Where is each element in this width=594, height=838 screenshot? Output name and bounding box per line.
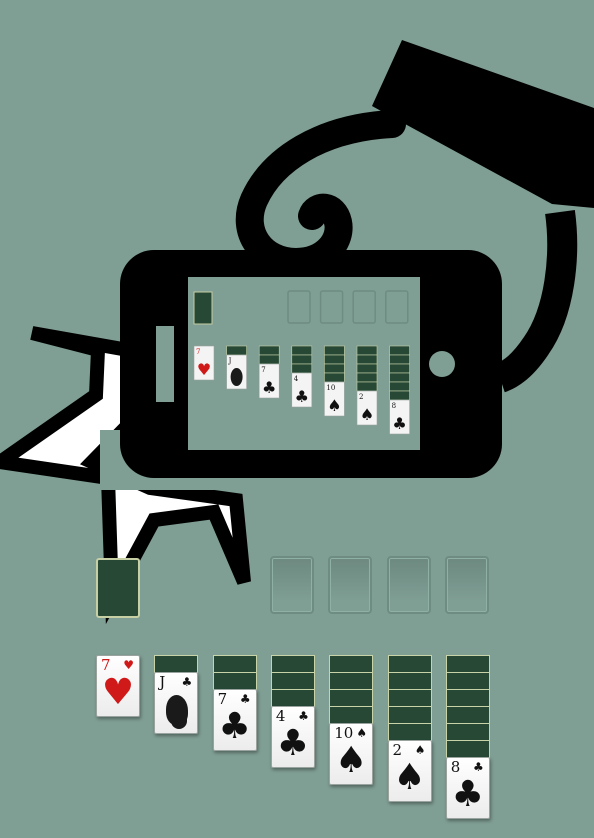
card-suit-large: ♣ — [218, 706, 251, 747]
face-down-card — [270, 672, 315, 690]
card-suit-large: ♠ — [393, 757, 426, 798]
face-down-card — [154, 655, 199, 673]
playing-card[interactable]: 7 ♣ ♣ — [212, 689, 257, 751]
face-down-card — [387, 706, 432, 724]
card-rank: 10 — [334, 724, 354, 742]
face-down-card — [212, 655, 257, 673]
face-down-card — [329, 689, 374, 707]
card-suit-pip: ♥ — [123, 658, 134, 672]
foundation-slot-4[interactable] — [444, 556, 489, 614]
card-suit-pip: ♠ — [356, 726, 368, 740]
card-rank: 4 — [275, 707, 286, 725]
face-down-card — [329, 672, 374, 690]
foundation-slot-1[interactable] — [270, 556, 314, 614]
face-down-card — [329, 706, 374, 724]
face-down-card — [445, 655, 490, 673]
card-suit-large: ♣ — [276, 723, 310, 764]
card-suit-pip: ♣ — [181, 675, 193, 689]
playing-card[interactable]: 8 ♣ ♣ — [445, 757, 490, 819]
face-down-card — [387, 655, 432, 673]
face-down-card — [387, 723, 432, 741]
playing-card[interactable]: 4 ♣ ♣ — [270, 706, 315, 768]
card-rank: 2 — [392, 741, 403, 759]
card-rank: J — [159, 673, 166, 691]
playing-card[interactable]: 2 ♠ ♠ — [387, 740, 432, 802]
face-down-card — [212, 672, 257, 690]
card-suit-pip: ♠ — [414, 743, 426, 757]
card-rank: 8 — [450, 758, 461, 776]
face-down-card — [387, 672, 432, 690]
face-down-card — [270, 689, 315, 707]
stock-pile[interactable] — [96, 558, 140, 618]
card-suit-large: ♥ — [101, 672, 135, 713]
face-down-card — [387, 689, 432, 707]
face-down-card — [445, 723, 490, 741]
card-rank: 7 — [217, 690, 228, 708]
jack-portrait-neck — [171, 719, 188, 729]
card-suit-pip: ♣ — [298, 709, 309, 723]
card-suit-large: ♣ — [451, 774, 484, 815]
face-down-card — [445, 672, 490, 690]
foundation-slot-2[interactable] — [328, 556, 373, 614]
playing-card[interactable]: J ♣ — [154, 672, 199, 734]
card-rank: 7 — [101, 656, 111, 674]
playing-card[interactable]: 7 ♥ ♥ — [96, 655, 140, 717]
face-down-card — [445, 706, 490, 724]
face-down-card — [445, 740, 490, 758]
card-suit-pip: ♣ — [473, 760, 484, 774]
face-down-card — [329, 655, 374, 673]
card-suit-large: ♠ — [335, 740, 368, 781]
playing-card[interactable]: 10 ♠ ♠ — [329, 723, 374, 785]
card-suit-pip: ♣ — [239, 692, 251, 706]
foundation-slot-3[interactable] — [386, 556, 431, 614]
face-down-card — [445, 689, 490, 707]
face-down-card — [270, 655, 315, 673]
solitaire-board: 7 ♥ ♥ J ♣ 7 ♣ ♣ 4 ♣ ♣ 10 ♠ ♠ 2 ♠ ♠ 8 ♣ ♣ — [0, 0, 594, 838]
